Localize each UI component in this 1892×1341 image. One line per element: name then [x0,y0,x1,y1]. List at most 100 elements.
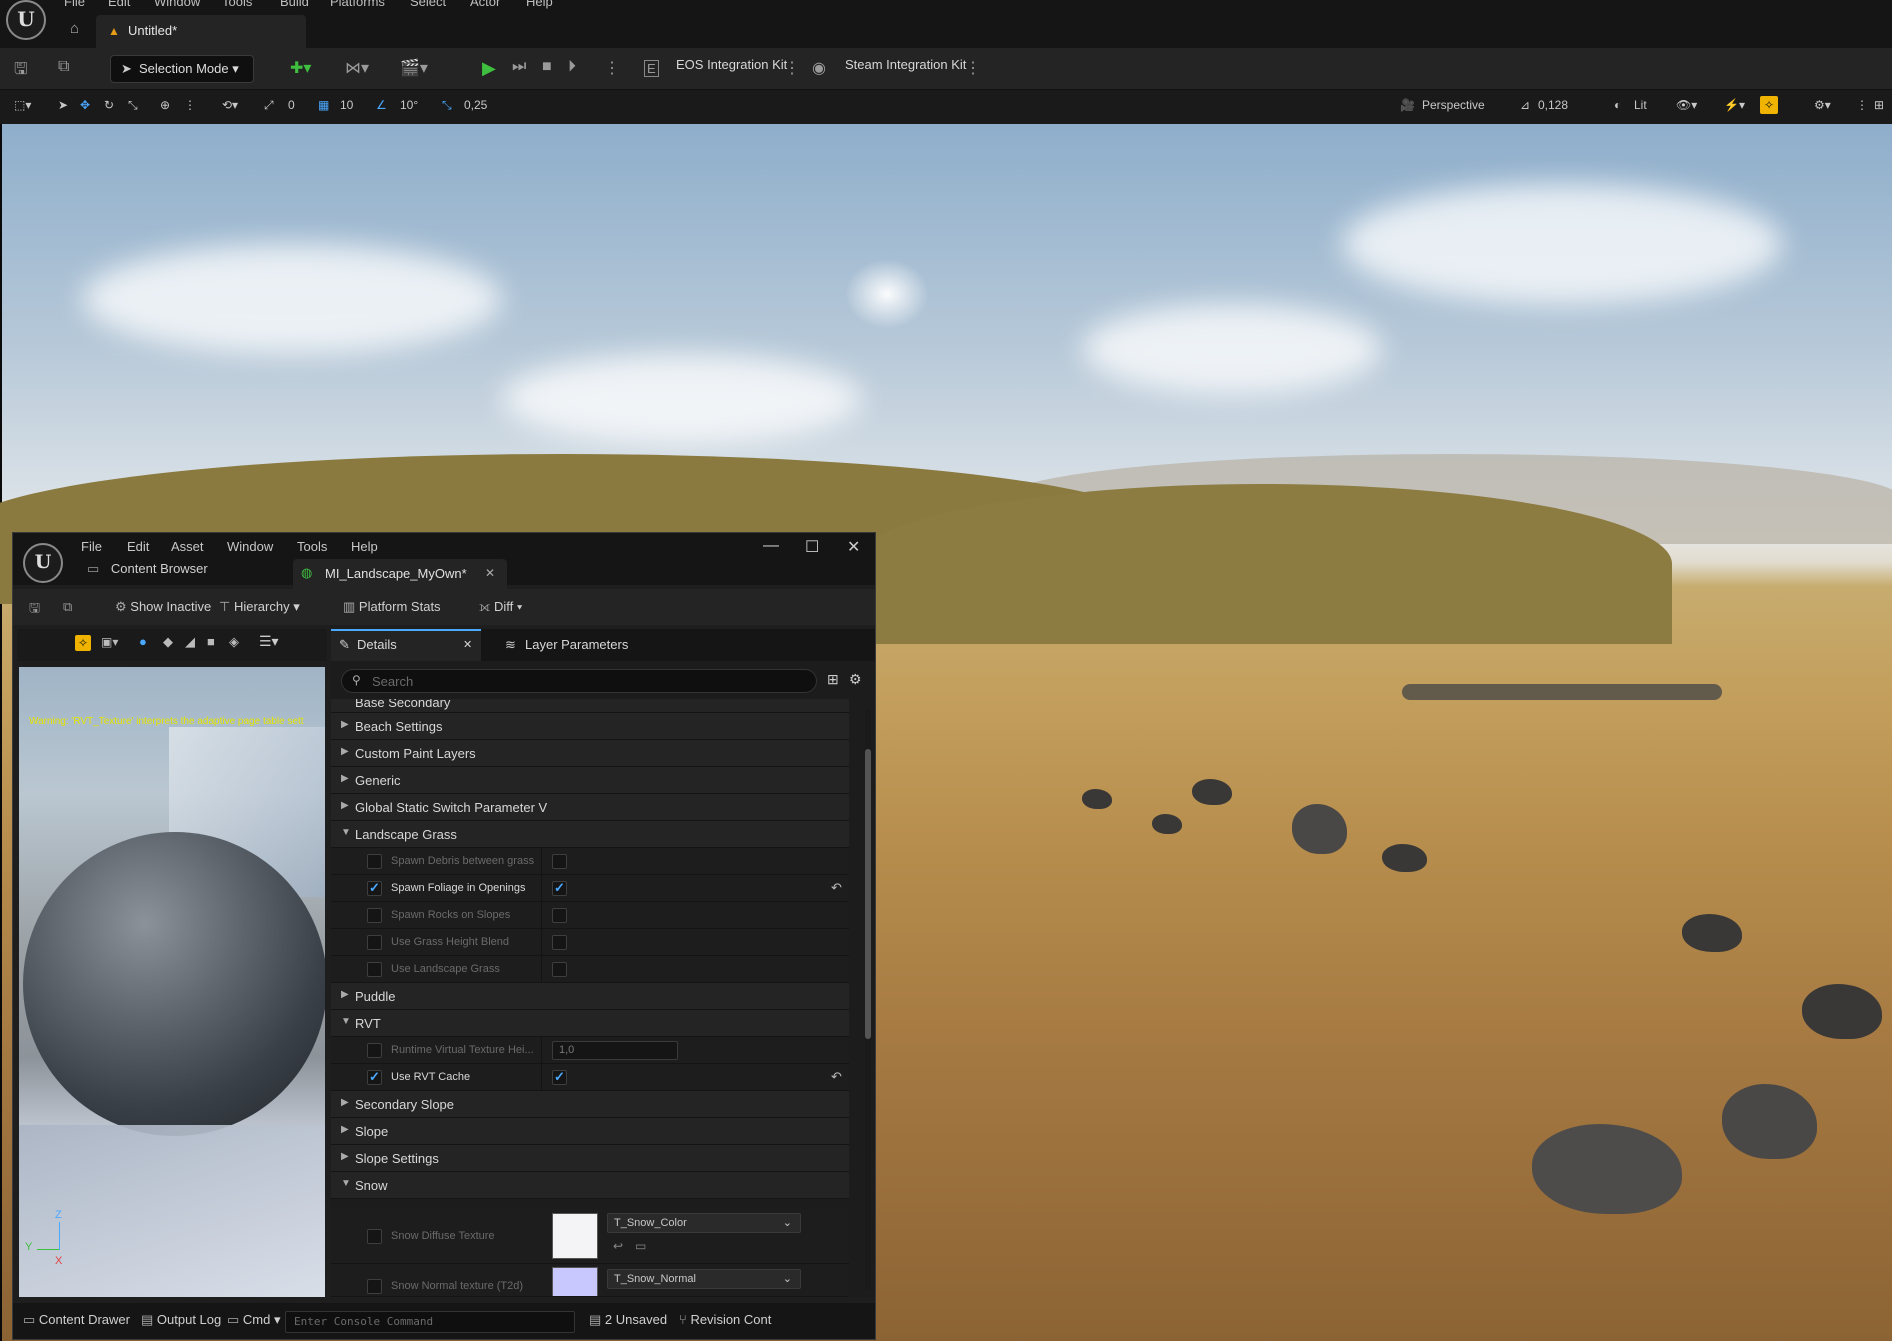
override-checkbox[interactable] [367,935,382,950]
step-icon[interactable]: ⏭ [512,58,526,76]
category-row[interactable]: ▶ Puddle [331,983,849,1010]
grid-snap-value[interactable]: 10 [340,98,353,112]
steam-options-icon[interactable]: ⋮ [965,58,981,78]
editor-menu-edit[interactable]: Edit [127,539,149,554]
minimize-icon[interactable]: — [763,537,779,555]
steam-kit-button[interactable]: Steam Integration Kit [845,57,966,72]
editor-menu-tools[interactable]: Tools [297,539,327,554]
platform-stats-button[interactable]: ▥ Platform Stats [343,599,441,615]
scale-snap-icon[interactable]: ⤡ [442,98,452,113]
output-log-button[interactable]: ▤ Output Log [141,1312,221,1328]
tab-close-icon[interactable]: ✕ [463,638,472,651]
texture-thumbnail[interactable] [552,1213,598,1259]
blueprint-icon[interactable]: ⋈▾ [345,58,369,78]
revision-control-button[interactable]: ⑂ Revision Cont [679,1312,771,1327]
override-checkbox[interactable] [367,1069,382,1085]
category-row[interactable]: ▶ Generic [331,767,849,794]
override-checkbox[interactable] [367,962,382,977]
close-icon[interactable]: ✕ [847,537,860,557]
override-checkbox[interactable] [367,908,382,923]
expanded-arrow-icon[interactable]: ▼ [341,827,351,838]
custom-mesh-icon[interactable]: ◈ [229,634,239,650]
menu-file[interactable]: File [64,0,85,9]
cube-icon[interactable]: ■ [207,634,215,649]
numeric-input[interactable]: 1,0 [552,1041,678,1060]
collapsed-arrow-icon[interactable]: ▶ [341,719,349,730]
category-row[interactable]: ▼ Snow [331,1172,849,1199]
save-icon[interactable]: 🖫 [14,58,28,85]
category-base-secondary[interactable]: Base Secondary [331,699,849,713]
menu-actor[interactable]: Actor [470,0,500,9]
collapsed-arrow-icon[interactable]: ▶ [341,773,349,784]
show-flags-icon[interactable]: 👁▾ [1676,98,1697,112]
collapsed-arrow-icon[interactable]: ▶ [341,1097,349,1108]
settings-icon[interactable]: ⚙ [849,671,862,688]
maximize-icon[interactable]: ☐ [805,537,819,557]
realtime-icon[interactable]: ✧ [1760,96,1779,114]
snow-normal-checkbox[interactable] [367,1279,382,1294]
hamburger-icon[interactable]: ☰▾ [259,633,279,650]
menu-edit[interactable]: Edit [108,0,130,9]
launch-icon[interactable]: ⏵ [568,58,576,76]
perspective-dropdown[interactable]: Perspective [1422,98,1485,112]
world-local-icon[interactable]: ⊕ [160,98,170,112]
reset-to-default-icon[interactable]: ↶ [831,1069,842,1085]
use-selected-icon[interactable]: ↩ [613,1239,623,1253]
more-icon[interactable]: ⋮ [1856,98,1868,112]
collapsed-arrow-icon[interactable]: ▶ [341,1124,349,1135]
menu-platforms[interactable]: Platforms [330,0,385,9]
category-row[interactable]: ▼ Landscape Grass [331,821,849,848]
override-checkbox[interactable] [367,1043,382,1058]
value-checkbox[interactable] [552,935,567,950]
camera-speed-value[interactable]: 0,128 [1538,98,1568,112]
collapsed-arrow-icon[interactable]: ▶ [341,1151,349,1162]
expanded-arrow-icon[interactable]: ▼ [341,1016,351,1027]
show-inactive-button[interactable]: ⚙ Show Inactive [115,599,211,615]
collapsed-arrow-icon[interactable]: ▶ [341,800,349,811]
document-tab[interactable]: ▲ Untitled* [96,15,306,48]
cylinder-icon[interactable]: ◢ [185,634,195,650]
layout-icon[interactable]: ⊞ [1874,98,1884,112]
value-checkbox[interactable] [552,854,567,869]
cinematics-icon[interactable]: 🎬▾ [400,58,428,78]
cmd-dropdown[interactable]: ▭ Cmd ▾ [227,1312,281,1328]
collapsed-arrow-icon[interactable]: ▶ [341,746,349,757]
play-options-icon[interactable]: ⋮ [604,58,620,78]
search-input[interactable]: ⚲ Search [341,669,817,693]
rot-snap-value[interactable]: 0 [288,98,295,112]
home-icon[interactable]: ⌂ [70,20,79,37]
category-row[interactable]: ▶ Global Static Switch Parameter V [331,794,849,821]
tab-details[interactable] [331,629,481,661]
override-checkbox[interactable] [367,880,382,896]
editor-menu-window[interactable]: Window [227,539,273,554]
tab-content-browser[interactable]: ▭ Content Browser [87,561,208,591]
sphere-icon[interactable]: ● [139,634,147,649]
browse-icon[interactable]: ⧉ [58,58,69,76]
material-preview-viewport[interactable]: Warning: 'RVT_Texture' interprets the ad… [19,667,325,1297]
unreal-logo-icon[interactable]: U [23,543,63,583]
play-icon[interactable]: ▶ [482,58,496,79]
category-row[interactable]: ▶ Slope [331,1118,849,1145]
editor-menu-file[interactable]: File [81,539,102,554]
category-row[interactable]: ▶ Secondary Slope [331,1091,849,1118]
editor-menu-help[interactable]: Help [351,539,378,554]
angle-snap-icon[interactable]: ∠ [376,98,387,112]
console-command-input[interactable]: Enter Console Command [285,1311,575,1333]
browse-asset-icon[interactable]: ▭ [635,1239,646,1253]
translate-tool-icon[interactable]: ✥ [80,98,90,112]
expanded-arrow-icon[interactable]: ▼ [341,1178,351,1189]
performance-icon[interactable]: ⚡▾ [1724,98,1745,112]
menu-select[interactable]: Select [410,0,446,9]
plane-icon[interactable]: ◆ [163,634,173,650]
menu-build[interactable]: Build [280,0,309,9]
eos-kit-button[interactable]: EOS Integration Kit [676,57,787,72]
tab-layer-parameters[interactable]: Layer Parameters [525,637,628,652]
grid-snap-icon[interactable]: ▦ [318,98,329,112]
value-checkbox[interactable] [552,908,567,923]
unsaved-button[interactable]: ▤ 2 Unsaved [589,1312,667,1328]
tab-close-icon[interactable]: ✕ [485,566,495,580]
browse-icon[interactable]: ⧉ [63,599,72,615]
unreal-logo-icon[interactable]: U [6,0,46,40]
category-row[interactable]: ▼ RVT [331,1010,849,1037]
texture-asset-dropdown[interactable]: T_Snow_Color ⌄ [607,1213,801,1233]
